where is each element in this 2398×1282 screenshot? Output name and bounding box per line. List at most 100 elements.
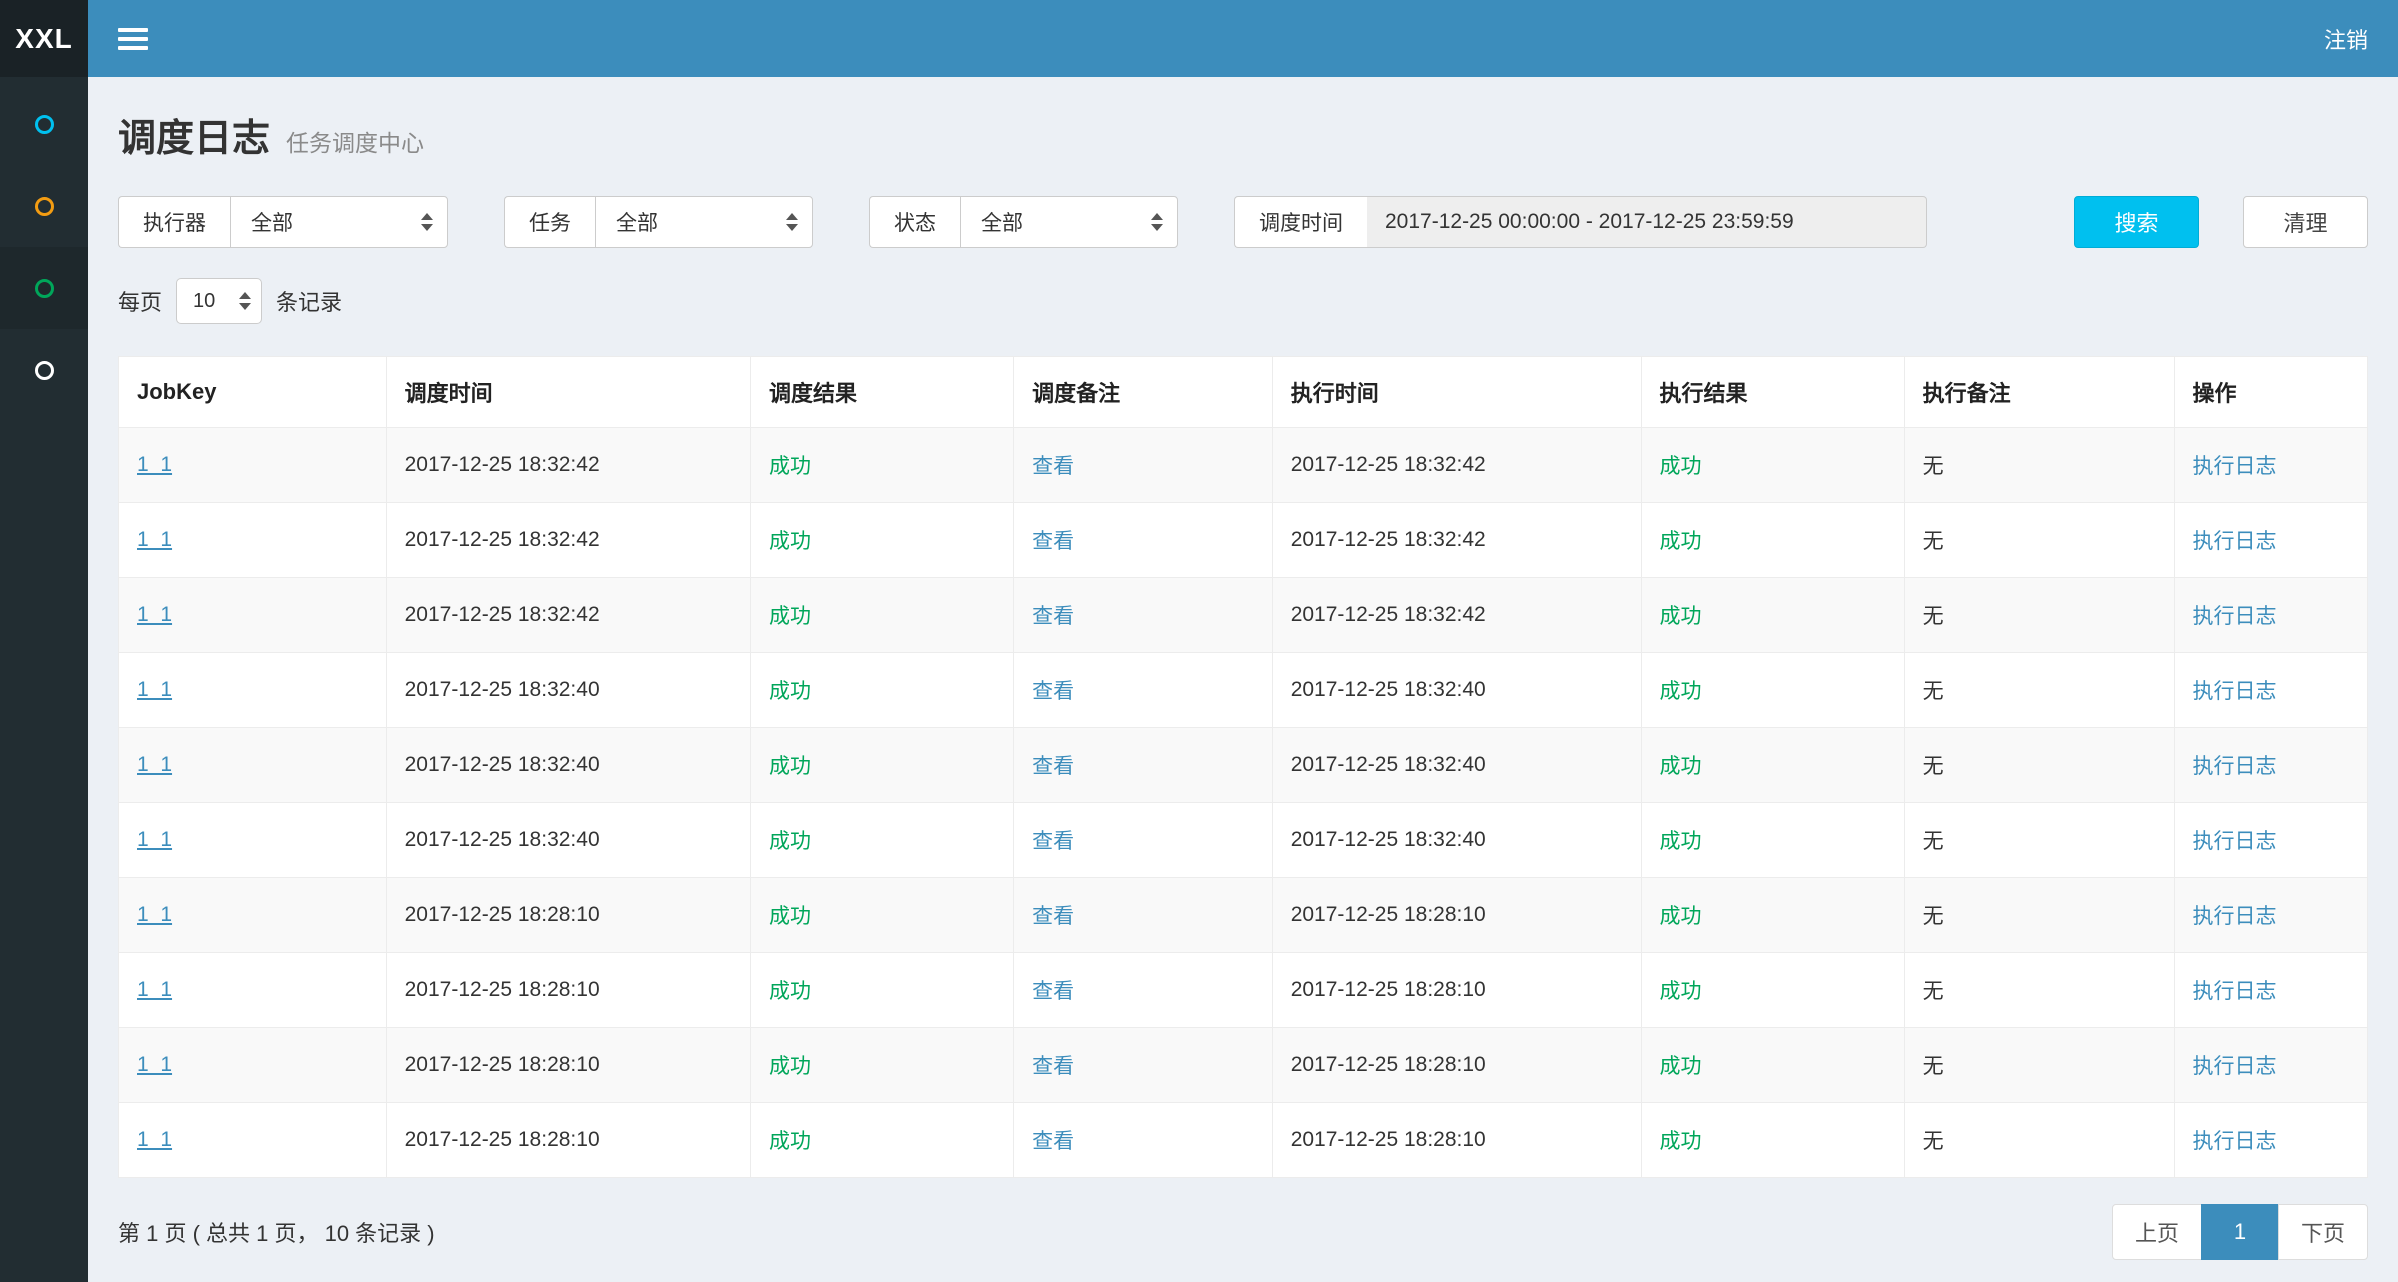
column-header[interactable]: 调度结果 bbox=[750, 357, 1013, 428]
trigger-msg-view-link[interactable]: 查看 bbox=[1032, 1055, 1074, 1078]
handle-msg-cell: 无 bbox=[1904, 653, 2174, 728]
sidebar-item-dashboard[interactable] bbox=[0, 83, 88, 165]
action-cell: 执行日志 bbox=[2174, 503, 2367, 578]
table-row: 1_1 2017-12-25 18:28:10 成功 查看 2017-12-25… bbox=[119, 953, 2368, 1028]
page-size-select[interactable]: 10 bbox=[176, 278, 262, 324]
jobkey-cell: 1_1 bbox=[119, 503, 387, 578]
page-header: 调度日志 任务调度中心 bbox=[118, 107, 2368, 162]
current-page-button[interactable]: 1 bbox=[2201, 1204, 2279, 1260]
jobkey-link[interactable]: 1_1 bbox=[137, 1053, 172, 1076]
exec-log-link[interactable]: 执行日志 bbox=[2193, 1055, 2277, 1078]
column-header[interactable]: JobKey bbox=[119, 357, 387, 428]
action-cell: 执行日志 bbox=[2174, 578, 2367, 653]
jobkey-link[interactable]: 1_1 bbox=[137, 753, 172, 776]
column-header[interactable]: 调度时间 bbox=[386, 357, 750, 428]
chevron-updown-icon bbox=[786, 213, 798, 231]
executor-select-value: 全部 bbox=[251, 207, 293, 237]
logout-link[interactable]: 注销 bbox=[2324, 23, 2368, 55]
prev-page-button[interactable]: 上页 bbox=[2112, 1204, 2202, 1260]
jobkey-cell: 1_1 bbox=[119, 953, 387, 1028]
action-cell: 执行日志 bbox=[2174, 728, 2367, 803]
trigger-time-cell: 2017-12-25 18:28:10 bbox=[386, 1028, 750, 1103]
sidebar-toggle-hamburger-icon[interactable] bbox=[118, 28, 148, 50]
column-header[interactable]: 操作 bbox=[2174, 357, 2367, 428]
handle-time-cell: 2017-12-25 18:28:10 bbox=[1272, 1028, 1641, 1103]
jobkey-link[interactable]: 1_1 bbox=[137, 978, 172, 1001]
log-table: JobKey调度时间调度结果调度备注执行时间执行结果执行备注操作 1_1 201… bbox=[118, 356, 2368, 1178]
exec-log-link[interactable]: 执行日志 bbox=[2193, 1130, 2277, 1153]
jobkey-link[interactable]: 1_1 bbox=[137, 1128, 172, 1151]
handle-msg-cell: 无 bbox=[1904, 878, 2174, 953]
chevron-updown-icon bbox=[1151, 213, 1163, 231]
executor-manage-circle-icon bbox=[35, 361, 54, 380]
column-header[interactable]: 执行备注 bbox=[1904, 357, 2174, 428]
status-select[interactable]: 全部 bbox=[960, 196, 1178, 248]
trigger-msg-view-link[interactable]: 查看 bbox=[1032, 680, 1074, 703]
page-size-prefix: 每页 bbox=[118, 285, 162, 317]
trigger-msg-cell: 查看 bbox=[1014, 578, 1273, 653]
trigger-time-cell: 2017-12-25 18:32:40 bbox=[386, 803, 750, 878]
exec-log-link[interactable]: 执行日志 bbox=[2193, 905, 2277, 928]
trigger-result-cell: 成功 bbox=[750, 953, 1013, 1028]
trigger-msg-view-link[interactable]: 查看 bbox=[1032, 830, 1074, 853]
trigger-msg-view-link[interactable]: 查看 bbox=[1032, 1130, 1074, 1153]
handle-msg-cell: 无 bbox=[1904, 503, 2174, 578]
trigger-result-cell: 成功 bbox=[750, 578, 1013, 653]
exec-log-link[interactable]: 执行日志 bbox=[2193, 605, 2277, 628]
trigger-result-cell: 成功 bbox=[750, 653, 1013, 728]
next-page-button[interactable]: 下页 bbox=[2278, 1204, 2368, 1260]
exec-log-link[interactable]: 执行日志 bbox=[2193, 455, 2277, 478]
page-size-value: 10 bbox=[193, 290, 215, 313]
table-row: 1_1 2017-12-25 18:32:40 成功 查看 2017-12-25… bbox=[119, 803, 2368, 878]
jobkey-link[interactable]: 1_1 bbox=[137, 603, 172, 626]
exec-log-link[interactable]: 执行日志 bbox=[2193, 530, 2277, 553]
exec-log-link[interactable]: 执行日志 bbox=[2193, 680, 2277, 703]
search-button[interactable]: 搜索 bbox=[2074, 196, 2199, 248]
exec-log-link[interactable]: 执行日志 bbox=[2193, 980, 2277, 1003]
handle-time-cell: 2017-12-25 18:32:40 bbox=[1272, 653, 1641, 728]
sidebar-item-job-log[interactable] bbox=[0, 247, 88, 329]
executor-select[interactable]: 全部 bbox=[230, 196, 448, 248]
trigger-result-cell: 成功 bbox=[750, 1103, 1013, 1178]
jobkey-link[interactable]: 1_1 bbox=[137, 453, 172, 476]
trigger-msg-view-link[interactable]: 查看 bbox=[1032, 530, 1074, 553]
trigger-msg-cell: 查看 bbox=[1014, 653, 1273, 728]
column-header[interactable]: 调度备注 bbox=[1014, 357, 1273, 428]
job-filter-label: 任务 bbox=[504, 196, 595, 248]
clear-button[interactable]: 清理 bbox=[2243, 196, 2368, 248]
handle-result-cell: 成功 bbox=[1641, 428, 1904, 503]
job-select-value: 全部 bbox=[616, 207, 658, 237]
trigger-msg-view-link[interactable]: 查看 bbox=[1032, 755, 1074, 778]
exec-log-link[interactable]: 执行日志 bbox=[2193, 755, 2277, 778]
jobkey-link[interactable]: 1_1 bbox=[137, 528, 172, 551]
column-header[interactable]: 执行时间 bbox=[1272, 357, 1641, 428]
action-cell: 执行日志 bbox=[2174, 1028, 2367, 1103]
trigger-result-cell: 成功 bbox=[750, 1028, 1013, 1103]
jobkey-link[interactable]: 1_1 bbox=[137, 828, 172, 851]
table-row: 1_1 2017-12-25 18:32:42 成功 查看 2017-12-25… bbox=[119, 503, 2368, 578]
jobkey-link[interactable]: 1_1 bbox=[137, 678, 172, 701]
trigger-time-cell: 2017-12-25 18:32:42 bbox=[386, 503, 750, 578]
column-header[interactable]: 执行结果 bbox=[1641, 357, 1904, 428]
trigger-msg-cell: 查看 bbox=[1014, 1103, 1273, 1178]
sidebar-item-executor-manage[interactable] bbox=[0, 329, 88, 411]
action-cell: 执行日志 bbox=[2174, 953, 2367, 1028]
trigger-msg-view-link[interactable]: 查看 bbox=[1032, 905, 1074, 928]
handle-msg-cell: 无 bbox=[1904, 1103, 2174, 1178]
sidebar-item-job-manage[interactable] bbox=[0, 165, 88, 247]
trigger-msg-cell: 查看 bbox=[1014, 428, 1273, 503]
handle-time-cell: 2017-12-25 18:32:40 bbox=[1272, 728, 1641, 803]
trigger-msg-view-link[interactable]: 查看 bbox=[1032, 455, 1074, 478]
handle-time-cell: 2017-12-25 18:28:10 bbox=[1272, 878, 1641, 953]
jobkey-cell: 1_1 bbox=[119, 1103, 387, 1178]
page-title: 调度日志 bbox=[118, 107, 270, 162]
chevron-updown-icon bbox=[421, 213, 433, 231]
jobkey-cell: 1_1 bbox=[119, 428, 387, 503]
jobkey-link[interactable]: 1_1 bbox=[137, 903, 172, 926]
trigger-msg-view-link[interactable]: 查看 bbox=[1032, 980, 1074, 1003]
job-select[interactable]: 全部 bbox=[595, 196, 813, 248]
app-logo[interactable]: XXL bbox=[0, 0, 88, 77]
trigger-time-range-input[interactable] bbox=[1367, 196, 1927, 248]
exec-log-link[interactable]: 执行日志 bbox=[2193, 830, 2277, 853]
trigger-msg-view-link[interactable]: 查看 bbox=[1032, 605, 1074, 628]
